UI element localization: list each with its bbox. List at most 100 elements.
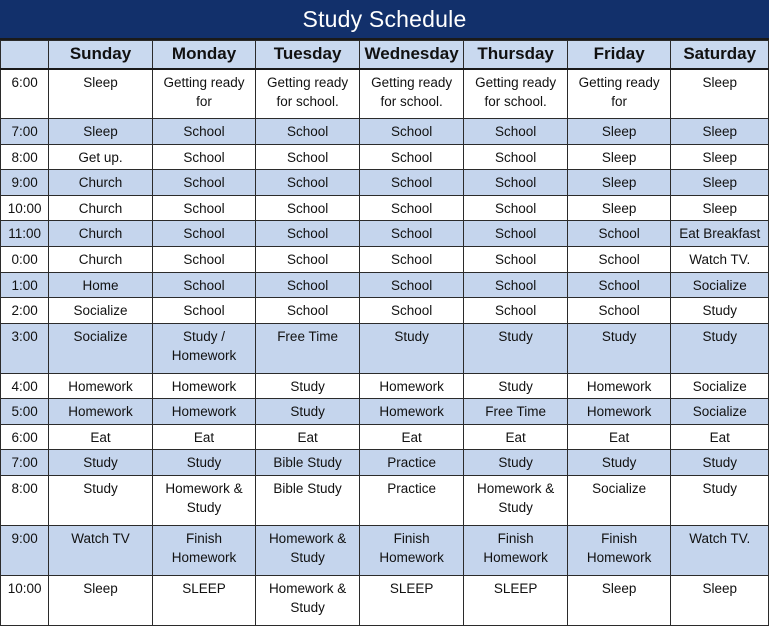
schedule-cell: Sleep bbox=[670, 574, 769, 626]
table-row: 1:00 Home School School School School School So… bbox=[0, 271, 769, 299]
schedule-cell: Getting ready for school. bbox=[358, 68, 465, 120]
schedule-cell: Socialize bbox=[670, 398, 769, 425]
schedule-cell: Home bbox=[48, 271, 153, 299]
table-row: 9:00 Church School School School School Sleep S… bbox=[0, 169, 769, 196]
schedule-cell: School bbox=[463, 245, 568, 273]
schedule-cell: Eat bbox=[463, 423, 568, 451]
schedule-cell: Study bbox=[566, 322, 672, 374]
schedule-cell: Study bbox=[670, 322, 769, 374]
schedule-cell: SLEEP bbox=[463, 574, 568, 626]
schedule-cell: School bbox=[255, 143, 360, 171]
schedule-cell: School bbox=[255, 194, 360, 222]
schedule-sheet: Study Schedule Sunday Monday Tuesday Wed… bbox=[0, 0, 769, 626]
schedule-cell: School bbox=[151, 271, 257, 299]
schedule-cell: Sleep bbox=[670, 143, 769, 171]
row-time-label: 3:00 bbox=[0, 322, 50, 374]
schedule-cell: School bbox=[255, 118, 360, 145]
schedule-cell: Study bbox=[48, 474, 153, 526]
schedule-cell: Free Time bbox=[255, 322, 360, 374]
schedule-cell: School bbox=[151, 169, 257, 196]
schedule-cell: Study bbox=[358, 322, 465, 374]
row-time-label: 10:00 bbox=[0, 574, 50, 626]
header-thursday: Thursday bbox=[463, 39, 568, 70]
schedule-cell: Practice bbox=[358, 449, 465, 476]
schedule-cell: School bbox=[463, 143, 568, 171]
row-time-label: 6:00 bbox=[0, 423, 50, 451]
header-saturday: Saturday bbox=[670, 39, 769, 70]
schedule-cell: Sleep bbox=[670, 118, 769, 145]
schedule-cell: Getting ready for school. bbox=[463, 68, 568, 120]
schedule-cell: School bbox=[151, 297, 257, 324]
header-monday: Monday bbox=[151, 39, 257, 70]
table-row: 11:00 Church School School School School Schoo… bbox=[0, 220, 769, 247]
schedule-cell: School bbox=[566, 220, 672, 247]
schedule-cell: Homework bbox=[48, 398, 153, 425]
row-time-label: 9:00 bbox=[0, 524, 50, 576]
header-corner bbox=[0, 39, 50, 70]
table-body: 6:00 Sleep Getting ready for Getting ready … bbox=[0, 68, 769, 626]
table-row: 8:00 Get up. School School School School Sleep… bbox=[0, 143, 769, 171]
schedule-cell: Eat bbox=[566, 423, 672, 451]
schedule-cell: Study bbox=[463, 449, 568, 476]
schedule-cell: Eat bbox=[670, 423, 769, 451]
schedule-cell: School bbox=[151, 194, 257, 222]
table-row: 10:00 Sleep SLEEP Homework & Study SLEEP SLEE… bbox=[0, 574, 769, 626]
schedule-cell: School bbox=[566, 297, 672, 324]
header-sunday: Sunday bbox=[48, 39, 153, 70]
table-row: 2:00 Socialize School School School School Sch… bbox=[0, 297, 769, 324]
schedule-cell: Eat Breakfast bbox=[670, 220, 769, 247]
schedule-cell: School bbox=[358, 245, 465, 273]
schedule-cell: School bbox=[255, 220, 360, 247]
schedule-cell: Study bbox=[463, 372, 568, 400]
row-time-label: 4:00 bbox=[0, 372, 50, 400]
schedule-cell: Sleep bbox=[566, 118, 672, 145]
table-row: 3:00 Socialize Study / Homework Free Time St… bbox=[0, 322, 769, 374]
header-friday: Friday bbox=[566, 39, 672, 70]
schedule-cell: Sleep bbox=[566, 169, 672, 196]
schedule-cell: Getting ready for bbox=[151, 68, 257, 120]
table-row: 7:00 Study Study Bible Study Practice Study St… bbox=[0, 449, 769, 476]
header-tuesday: Tuesday bbox=[255, 39, 360, 70]
schedule-cell: Bible Study bbox=[255, 474, 360, 526]
schedule-cell: Eat bbox=[48, 423, 153, 451]
schedule-cell: Sleep bbox=[48, 118, 153, 145]
table-row: 5:00 Homework Homework Study Homework Free Ti… bbox=[0, 398, 769, 425]
row-time-label: 7:00 bbox=[0, 449, 50, 476]
schedule-cell: Sleep bbox=[670, 169, 769, 196]
schedule-cell: Study bbox=[566, 449, 672, 476]
schedule-cell: Eat bbox=[358, 423, 465, 451]
table-row: 9:00 Watch TV Finish Homework Homework & St… bbox=[0, 524, 769, 576]
row-time-label: 0:00 bbox=[0, 245, 50, 273]
schedule-cell: Homework & Study bbox=[151, 474, 257, 526]
schedule-cell: School bbox=[151, 143, 257, 171]
schedule-cell: Homework bbox=[151, 398, 257, 425]
schedule-cell: School bbox=[358, 118, 465, 145]
row-time-label: 5:00 bbox=[0, 398, 50, 425]
schedule-cell: School bbox=[151, 118, 257, 145]
table-row: 4:00 Homework Homework Study Homework Study Ho… bbox=[0, 372, 769, 400]
row-time-label: 8:00 bbox=[0, 474, 50, 526]
schedule-cell: School bbox=[566, 271, 672, 299]
schedule-cell: Study bbox=[463, 322, 568, 374]
schedule-cell: School bbox=[151, 220, 257, 247]
study-schedule-table: Sunday Monday Tuesday Wednesday Thursday… bbox=[0, 39, 769, 626]
schedule-cell: School bbox=[566, 245, 672, 273]
schedule-cell: Study bbox=[48, 449, 153, 476]
schedule-cell: Free Time bbox=[463, 398, 568, 425]
schedule-cell: Socialize bbox=[670, 271, 769, 299]
schedule-cell: Get up. bbox=[48, 143, 153, 171]
schedule-cell: School bbox=[358, 194, 465, 222]
schedule-cell: Watch TV. bbox=[670, 524, 769, 576]
schedule-cell: SLEEP bbox=[358, 574, 465, 626]
schedule-cell: School bbox=[463, 169, 568, 196]
schedule-cell: Bible Study bbox=[255, 449, 360, 476]
schedule-cell: Socialize bbox=[670, 372, 769, 400]
schedule-cell: Study bbox=[151, 449, 257, 476]
header-row: Sunday Monday Tuesday Wednesday Thursday… bbox=[0, 39, 769, 70]
schedule-cell: Sleep bbox=[670, 194, 769, 222]
row-time-label: 11:00 bbox=[0, 220, 50, 247]
schedule-cell: Church bbox=[48, 220, 153, 247]
schedule-cell: School bbox=[358, 220, 465, 247]
schedule-cell: Eat bbox=[255, 423, 360, 451]
table-row: 7:00 Sleep School School School School Sleep Sl… bbox=[0, 118, 769, 145]
